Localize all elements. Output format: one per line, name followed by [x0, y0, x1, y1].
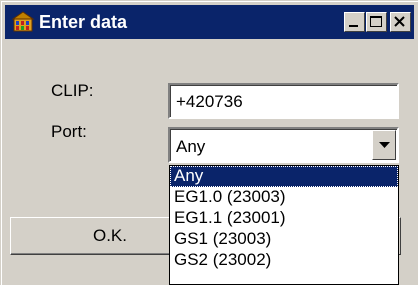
maximize-icon — [370, 16, 382, 27]
dropdown-item[interactable]: EG1.0 (23003) — [170, 187, 398, 208]
dropdown-button[interactable] — [372, 130, 396, 160]
title-bar[interactable]: Enter data — [5, 5, 414, 39]
close-icon — [394, 16, 405, 27]
port-select[interactable]: Any — [168, 127, 399, 163]
dropdown-item[interactable]: Any — [170, 166, 398, 187]
port-select-value: Any — [176, 137, 206, 156]
clip-input[interactable]: +420736 — [168, 83, 399, 119]
dialog-window: Enter data CLIP: +420736 Port: Any O.K. … — [0, 0, 418, 285]
maximize-button[interactable] — [366, 12, 387, 32]
minimize-icon — [349, 25, 358, 27]
window-title: Enter data — [39, 12, 128, 32]
dropdown-item[interactable]: EG1.1 (23001) — [170, 208, 398, 229]
minimize-button[interactable] — [344, 12, 365, 32]
dropdown-item[interactable]: GS1 (23003) — [170, 229, 398, 250]
port-dropdown-list[interactable]: Any EG1.0 (23003) EG1.1 (23001) GS1 (230… — [169, 165, 399, 285]
clip-label: CLIP: — [51, 81, 94, 100]
close-button[interactable] — [390, 12, 411, 32]
port-label: Port: — [51, 122, 87, 141]
app-icon — [11, 11, 35, 33]
dropdown-item[interactable]: GS2 (23002) — [170, 250, 398, 271]
chevron-down-icon — [379, 142, 390, 148]
